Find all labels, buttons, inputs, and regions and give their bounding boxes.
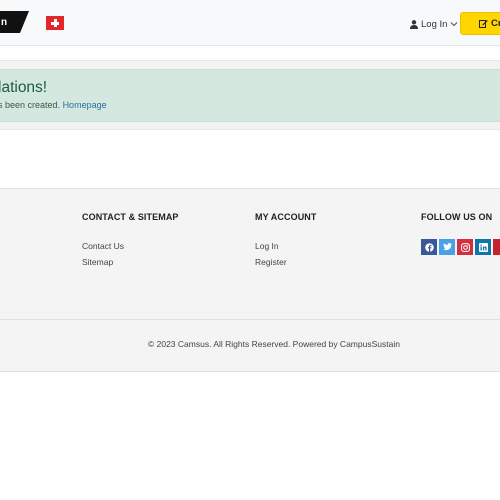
register-link[interactable]: Register — [255, 257, 287, 267]
success-alert — [0, 69, 500, 122]
instagram-icon[interactable] — [457, 239, 473, 255]
facebook-icon[interactable] — [421, 239, 437, 255]
contact-us-link[interactable]: Contact Us — [82, 241, 124, 251]
twitter-icon[interactable] — [439, 239, 455, 255]
create-label: Cre — [491, 18, 500, 29]
alert-title: lations! — [0, 79, 48, 96]
homepage-link[interactable]: Homepage — [63, 100, 107, 110]
chevron-down-icon — [451, 22, 458, 27]
svg-text:n: n — [1, 17, 7, 28]
alert-message-text: s been created. — [0, 100, 61, 110]
create-button[interactable]: Cre — [460, 12, 500, 35]
pinterest-icon[interactable] — [493, 239, 500, 255]
copyright-text: © 2023 Camsus. All Rights Reserved. Powe… — [148, 339, 400, 349]
edit-icon — [479, 20, 488, 28]
login-menu[interactable]: Log In — [410, 17, 458, 31]
footer-title-my-account: MY ACCOUNT — [255, 212, 317, 222]
user-icon — [410, 19, 418, 29]
sitemap-link[interactable]: Sitemap — [82, 257, 113, 267]
alert-message: s been created. Homepage — [0, 99, 107, 111]
site-logo[interactable]: n — [0, 11, 29, 33]
footer-title-contact-sitemap: CONTACT & SITEMAP — [82, 212, 179, 222]
swiss-flag-icon[interactable] — [46, 16, 64, 30]
site-header: n Log In Cre — [0, 0, 500, 46]
page: n Log In Cre lations! s been c — [0, 0, 500, 500]
footer-login-link[interactable]: Log In — [255, 241, 279, 251]
login-label: Log In — [421, 18, 448, 30]
linkedin-icon[interactable] — [475, 239, 491, 255]
footer-title-follow-us: FOLLOW US ON — [421, 212, 493, 222]
